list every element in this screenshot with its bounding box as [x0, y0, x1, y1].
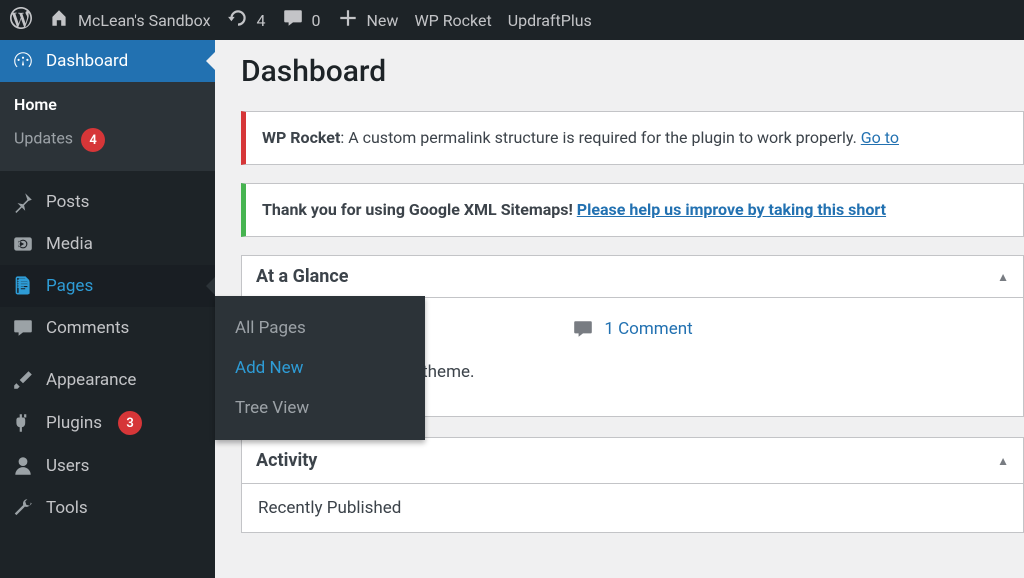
plugins-badge: 3 — [118, 411, 142, 435]
updates-link[interactable]: 4 — [227, 7, 266, 33]
submenu-home[interactable]: Home — [0, 88, 215, 121]
menu-posts-label: Posts — [46, 192, 89, 212]
pages-icon — [12, 275, 34, 297]
updates-badge: 4 — [81, 128, 105, 152]
menu-pages[interactable]: Pages — [0, 265, 215, 307]
separator — [0, 171, 215, 181]
glance-comment-link[interactable]: 1 Comment — [604, 319, 692, 339]
plug-icon — [12, 412, 34, 434]
metabox-activity: Activity ▲ Recently Published — [241, 437, 1024, 533]
menu-pages-label: Pages — [46, 276, 93, 296]
notice-strong: WP Rocket — [262, 128, 340, 147]
comments-count: 0 — [312, 11, 321, 30]
wrench-icon — [12, 497, 34, 519]
updraftplus-link[interactable]: UpdraftPlus — [508, 11, 592, 30]
brush-icon — [12, 369, 34, 391]
admin-bar: McLean's Sandbox 4 0 New WP Rocket Updra… — [0, 0, 1024, 40]
submenu-updates[interactable]: Updates 4 — [0, 121, 215, 159]
separator — [0, 349, 215, 359]
flyout-tree-view[interactable]: Tree View — [215, 388, 425, 428]
notice-link[interactable]: Please help us improve by taking this sh… — [577, 200, 886, 219]
comment-icon — [572, 318, 594, 340]
update-icon — [227, 7, 249, 33]
admin-sidebar: Dashboard Home Updates 4 Posts Media Pag… — [0, 40, 215, 578]
submenu-dashboard: Home Updates 4 — [0, 82, 215, 171]
menu-dashboard-label: Dashboard — [46, 51, 128, 71]
comments-link[interactable]: 0 — [282, 7, 321, 33]
menu-tools[interactable]: Tools — [0, 487, 215, 529]
metabox-header[interactable]: At a Glance ▲ — [242, 256, 1023, 298]
plus-icon — [337, 7, 359, 33]
menu-plugins-label: Plugins — [46, 413, 102, 433]
page-title: Dashboard — [241, 54, 1024, 89]
menu-appearance-label: Appearance — [46, 370, 136, 390]
new-link[interactable]: New — [337, 7, 399, 33]
flyout-add-new[interactable]: Add New — [215, 348, 425, 388]
metabox-title: Activity — [256, 450, 317, 471]
activity-recent-label: Recently Published — [258, 498, 401, 518]
user-icon — [12, 455, 34, 477]
menu-users[interactable]: Users — [0, 445, 215, 487]
updates-count: 4 — [257, 11, 266, 30]
metabox-body: Recently Published — [242, 484, 1023, 532]
notice-wp-rocket: WP Rocket: A custom permalink structure … — [241, 111, 1024, 165]
wp-logo[interactable] — [10, 7, 32, 33]
notice-xml-sitemaps: Thank you for using Google XML Sitemaps!… — [241, 183, 1024, 237]
metabox-header[interactable]: Activity ▲ — [242, 438, 1023, 484]
wordpress-icon — [10, 7, 32, 33]
media-icon — [12, 233, 34, 255]
menu-comments-label: Comments — [46, 318, 129, 338]
menu-posts[interactable]: Posts — [0, 181, 215, 223]
new-label: New — [367, 11, 399, 30]
pin-icon — [12, 191, 34, 213]
menu-plugins[interactable]: Plugins 3 — [0, 401, 215, 445]
wp-rocket-link[interactable]: WP Rocket — [414, 11, 491, 30]
menu-appearance[interactable]: Appearance — [0, 359, 215, 401]
home-icon — [48, 7, 70, 33]
comment-icon — [282, 7, 304, 33]
pages-flyout: All Pages Add New Tree View — [215, 296, 425, 440]
menu-media[interactable]: Media — [0, 223, 215, 265]
site-name: McLean's Sandbox — [78, 11, 211, 30]
menu-users-label: Users — [46, 456, 89, 476]
dashboard-icon — [12, 50, 34, 72]
chevron-up-icon[interactable]: ▲ — [997, 270, 1009, 284]
menu-tools-label: Tools — [46, 498, 88, 518]
chevron-up-icon[interactable]: ▲ — [997, 454, 1009, 468]
comments-icon — [12, 317, 34, 339]
site-name-link[interactable]: McLean's Sandbox — [48, 7, 211, 33]
menu-comments[interactable]: Comments — [0, 307, 215, 349]
menu-media-label: Media — [46, 234, 93, 254]
notice-strong: Thank you for using Google XML Sitemaps! — [262, 200, 577, 219]
menu-dashboard[interactable]: Dashboard — [0, 40, 215, 82]
metabox-title: At a Glance — [256, 266, 348, 287]
notice-link[interactable]: Go to — [861, 128, 899, 147]
flyout-all-pages[interactable]: All Pages — [215, 308, 425, 348]
